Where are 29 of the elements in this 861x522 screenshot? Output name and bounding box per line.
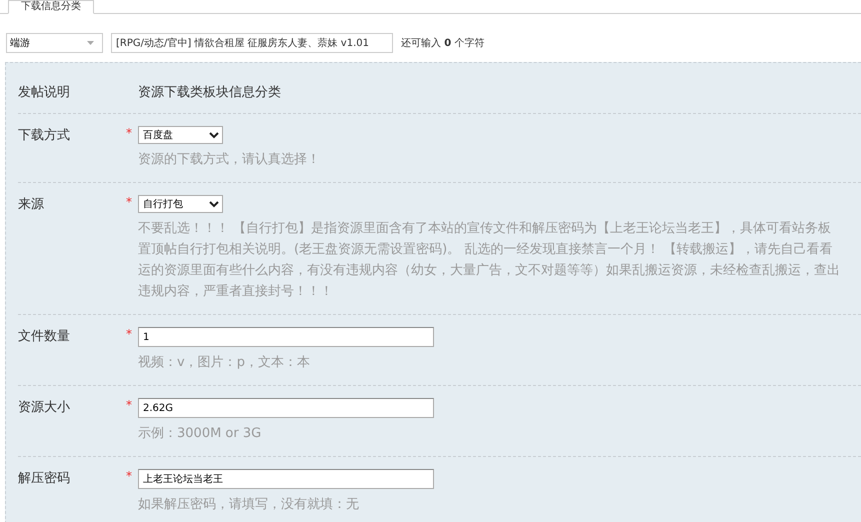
required-mark: * — [126, 126, 133, 140]
field-label: 资源大小 — [18, 399, 71, 417]
required-mark: * — [126, 327, 133, 341]
chevron-icon — [209, 132, 219, 138]
chevron-icon — [209, 200, 219, 208]
dropdown[interactable]: 自行打包 — [138, 195, 223, 213]
input-field[interactable]: 2.62G — [138, 398, 434, 418]
hint-text: 如果解压密码，请填写，没有就填：无 — [138, 496, 360, 514]
required-mark: * — [126, 398, 133, 412]
hint-text: 不要乱选！！！ 【自行打包】是指资源里面含有了本站的宣传文件和解压密码为【上老王论坛当老王】，具体可看站务板 置顶帖自行打包相关说明。(老王盘资源无需设置密码)。 乱选的一经发现直接禁言一个月！ 【转载搬运】，请先自己看看 运的资源里面有些什么内容，有没有违规内容（幼女，大量广告，文不对题等等）如果乱搬运资源，未经检查乱搬运，查出 违规内容，严重者直接封号！！！ — [138, 220, 840, 301]
type-dropdown[interactable]: 端游 — [6, 33, 103, 53]
field-label: 发帖说明 — [18, 84, 71, 101]
dropdown[interactable]: 百度盘 — [138, 126, 223, 144]
input-field[interactable]: 上老王论坛当老王 — [138, 469, 434, 489]
required-mark: * — [126, 469, 133, 483]
input-field[interactable]: 1 — [138, 327, 434, 347]
field-label: 文件数量 — [18, 328, 71, 346]
hint-text: 示例：3000M or 3G — [138, 425, 262, 443]
info-text: 资源下载类板块信息分类 — [138, 84, 281, 101]
field-label: 来源 — [18, 196, 45, 214]
field-label: 解压密码 — [18, 470, 71, 488]
tab[interactable]: 下载信息分类 — [8, 0, 94, 14]
char-counter: 还可输入 0 个字符 — [401, 36, 484, 50]
required-mark: * — [126, 195, 133, 209]
caret-icon — [87, 41, 94, 45]
hint-text: 视频：v，图片：p，文本：本 — [138, 354, 311, 372]
hint-text: 资源的下载方式，请认真选择！ — [138, 151, 320, 169]
field-label: 下载方式 — [18, 127, 71, 145]
title-field[interactable]: [RPG/动态/官中] 情欲合租屋 征服房东人妻、萘妹 v1.01 — [111, 33, 393, 53]
